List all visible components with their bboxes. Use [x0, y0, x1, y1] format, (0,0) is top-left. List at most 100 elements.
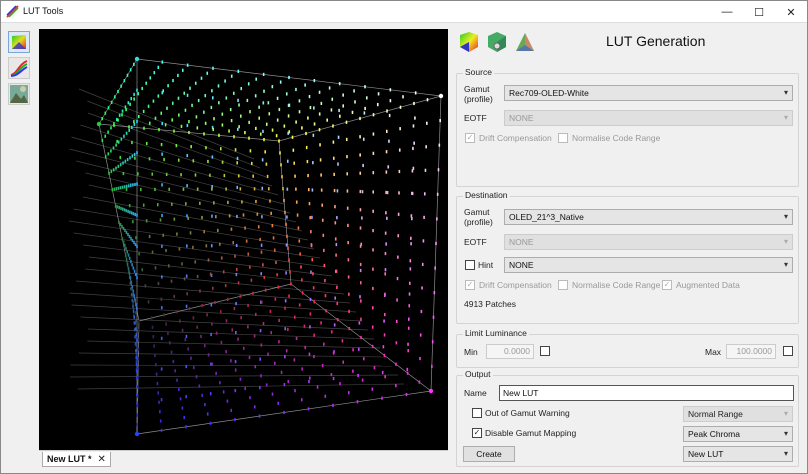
gamut-patch-point: [136, 369, 138, 374]
hint-select[interactable]: NONE ▾: [504, 257, 793, 273]
gamut-patch-point: [210, 244, 213, 248]
destination-drift-checkbox[interactable]: ✓: [465, 280, 475, 290]
output-group-label: Output: [463, 369, 493, 379]
gamut-patch-point: [296, 213, 299, 217]
gamut-patch-point: [178, 319, 181, 323]
gamut-patch-point: [255, 77, 257, 81]
gamut-patch-point: [234, 418, 236, 422]
source-drift-checkbox[interactable]: ✓: [465, 133, 475, 143]
chevron-down-icon: ▾: [783, 237, 788, 246]
gamut-point-cloud[interactable]: [39, 29, 448, 450]
mapping-mode-select[interactable]: Peak Chroma ▾: [683, 426, 793, 442]
gamut-patch-point: [117, 186, 120, 190]
hint-checkbox[interactable]: [465, 260, 475, 270]
tab-close-icon[interactable]: ✕: [98, 454, 106, 465]
gamut-patch-point: [151, 325, 154, 329]
target-lut-select[interactable]: New LUT ▾: [683, 446, 793, 462]
gamut-patch-point: [439, 118, 441, 123]
gamut-patch-point: [301, 291, 304, 295]
lut-name-input[interactable]: New LUT: [499, 385, 794, 401]
gamut-patch-point: [162, 89, 165, 93]
gamut-patch-point: [161, 213, 163, 218]
destination-eotf-select[interactable]: NONE ▾: [504, 234, 793, 250]
gamut-patch-point: [180, 173, 182, 177]
gamut-patch-point: [200, 334, 202, 339]
gamut-patch-point: [372, 228, 374, 233]
gamut-patch-point: [271, 85, 274, 89]
gamut-patch-point: [325, 309, 327, 313]
gamut-patch-point: [188, 307, 191, 311]
gamut-patch-point: [203, 230, 205, 234]
gamut-patch-point: [313, 106, 315, 110]
min-luminance-input[interactable]: 0.0000: [486, 344, 534, 359]
max-luminance-checkbox[interactable]: [783, 346, 793, 356]
gamut-patch-point: [133, 293, 135, 298]
gamut-3d-viewport[interactable]: [39, 29, 448, 450]
source-normalise-label: Normalise Code Range: [572, 133, 661, 143]
gamut-patch-point: [219, 310, 222, 314]
gamut-patch-point: [187, 216, 189, 220]
gamut-patch-point: [127, 267, 130, 271]
out-of-gamut-checkbox[interactable]: [472, 408, 482, 418]
maximize-button[interactable]: ☐: [743, 1, 775, 23]
source-eotf-select[interactable]: NONE ▾: [504, 110, 793, 126]
gamut-patch-point: [219, 381, 221, 385]
document-tab-bar: New LUT * ✕: [39, 450, 448, 468]
gamut-patch-point: [260, 243, 263, 247]
destination-normalise-checkbox[interactable]: [558, 280, 568, 290]
gamut-patch-point: [104, 155, 107, 159]
destination-gamut-select[interactable]: OLED_21^3_Native ▾: [504, 209, 793, 225]
augmented-data-checkbox[interactable]: ✓: [662, 280, 672, 290]
gamut-patch-point: [145, 219, 148, 223]
gamut-patch-point: [232, 241, 235, 245]
gamut-view-icon[interactable]: [458, 31, 480, 53]
gamut-patch-point: [196, 325, 199, 329]
gamut-patch-point: [136, 392, 138, 397]
gamut-patch-point: [207, 159, 209, 164]
gamut-patch-point: [357, 347, 360, 351]
create-button[interactable]: Create: [463, 446, 515, 462]
minimize-button[interactable]: —: [711, 1, 743, 23]
gamut-patch-point: [160, 398, 163, 402]
gamut-patch-point: [260, 272, 263, 276]
gamut-patch-point: [111, 188, 114, 192]
disable-gamut-mapping-checkbox[interactable]: ✓: [472, 428, 482, 438]
min-luminance-checkbox[interactable]: [540, 346, 550, 356]
gamut-patch-point: [131, 298, 134, 302]
max-luminance-input[interactable]: 100.0000: [726, 344, 776, 359]
gamut-patch-point: [210, 303, 213, 307]
gamut-patch-point: [277, 285, 280, 289]
gamut-solid-icon[interactable]: [486, 31, 508, 53]
gamut-patch-point: [205, 244, 208, 248]
gamut-patch-point: [135, 332, 138, 337]
gamut-patch-point: [137, 172, 139, 176]
gamut-patch-point: [239, 114, 242, 118]
source-gamut-select[interactable]: Rec709-OLED-White ▾: [504, 85, 793, 101]
gamut-patch-point: [265, 122, 268, 126]
gamut-patch-point: [372, 286, 374, 291]
image-tool-button[interactable]: [8, 83, 30, 105]
gamut-patch-point: [292, 148, 295, 152]
gamut-compare-icon[interactable]: [514, 31, 536, 53]
gamut-patch-point: [398, 148, 401, 152]
range-select[interactable]: Normal Range ▾: [683, 406, 793, 422]
gamut-patch-point: [234, 148, 237, 152]
gamut-patch-point: [124, 253, 127, 257]
gamut-patch-point: [206, 71, 209, 75]
close-button[interactable]: ✕: [775, 1, 807, 23]
gamut-patch-point: [318, 128, 321, 132]
gamut-patch-point: [134, 242, 137, 247]
gamut-patch-point: [135, 302, 137, 307]
gamut-patch-point: [209, 173, 211, 177]
gamut-patch-point: [267, 187, 270, 191]
gamut-patch-point: [384, 375, 386, 379]
gamut-patch-point: [278, 107, 281, 112]
source-normalise-checkbox[interactable]: [558, 133, 568, 143]
gamut-patch-point: [160, 142, 163, 147]
tab-new-lut[interactable]: New LUT * ✕: [42, 452, 111, 467]
gamut-patch-point: [186, 123, 189, 128]
gamut-3d-tool-button[interactable]: [8, 31, 30, 53]
gamut-patch-point: [320, 173, 322, 177]
curves-tool-button[interactable]: [8, 57, 30, 79]
gamut-patch-point: [183, 415, 185, 420]
